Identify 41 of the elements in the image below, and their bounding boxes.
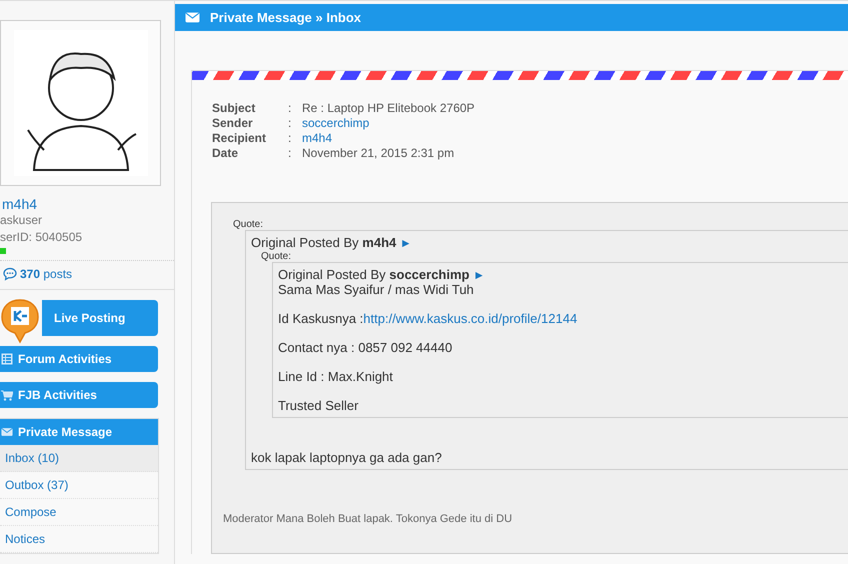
message-text: kok lapak laptopnya ga ada gan?	[251, 450, 442, 465]
field-label: Date	[212, 146, 240, 160]
page-title: Private Message » Inbox	[210, 10, 362, 25]
separator: :	[288, 101, 292, 115]
live-posting-button[interactable]: Live Posting	[42, 300, 158, 336]
forum-activities-button[interactable]: Forum Activities	[0, 346, 158, 372]
field-value: November 21, 2015 2:31 pm	[302, 146, 456, 160]
user-id: serID: 5040505	[0, 229, 84, 246]
quote-attribution: Original Posted By m4h4 ►	[251, 235, 412, 250]
menu-item[interactable]: Compose	[0, 499, 158, 526]
quote-label: Quote:	[233, 219, 264, 230]
quote-text: Contact nya : 0857 092 44440	[278, 340, 452, 355]
signature-text: Moderator Mana Boleh Buat lapak. Tokonya Gede itu di DU	[223, 513, 514, 525]
separator: :	[288, 146, 292, 160]
user-rank: askuser	[0, 212, 44, 229]
chat-bubble-icon	[3, 267, 17, 281]
quote-label: Quote:	[261, 251, 292, 262]
separator: :	[288, 116, 292, 130]
user-link[interactable]: m4h4	[302, 131, 848, 145]
field-label: Subject	[212, 101, 256, 115]
quote-text: Id Kaskusnya :http://www.kaskus.co.id/profile/12144	[278, 311, 578, 326]
fjb-activities-button[interactable]: FJB Activities	[0, 382, 158, 408]
menu-item[interactable]: Outbox (37)	[0, 472, 158, 499]
field-label: Sender	[212, 116, 254, 130]
profile-link[interactable]: http://www.kaskus.co.id/profile/12144	[363, 311, 578, 326]
cart-icon	[1, 389, 13, 401]
menu-item[interactable]: Notices	[0, 526, 158, 553]
list-icon	[1, 353, 13, 365]
username-link[interactable]: m4h4	[2, 196, 174, 212]
envelope-icon	[185, 12, 200, 23]
field-value: Re : Laptop HP Elitebook 2760P	[302, 101, 476, 115]
quote-text: Line Id : Max.Knight	[278, 369, 393, 384]
panel-title: Private Message	[18, 425, 112, 439]
menu-item[interactable]: Inbox (10)	[0, 445, 158, 472]
quote-text: Trusted Seller	[278, 398, 358, 413]
separator: :	[288, 131, 292, 145]
field-label: Recipient	[212, 131, 268, 145]
posts-count-link[interactable]: 370 posts	[20, 267, 72, 281]
user-link[interactable]: soccerchimp	[302, 116, 848, 130]
quote-attribution: Original Posted By soccerchimp ►	[278, 267, 485, 282]
quote-text: Sama Mas Syaifur / mas Widi Tuh	[278, 282, 474, 297]
